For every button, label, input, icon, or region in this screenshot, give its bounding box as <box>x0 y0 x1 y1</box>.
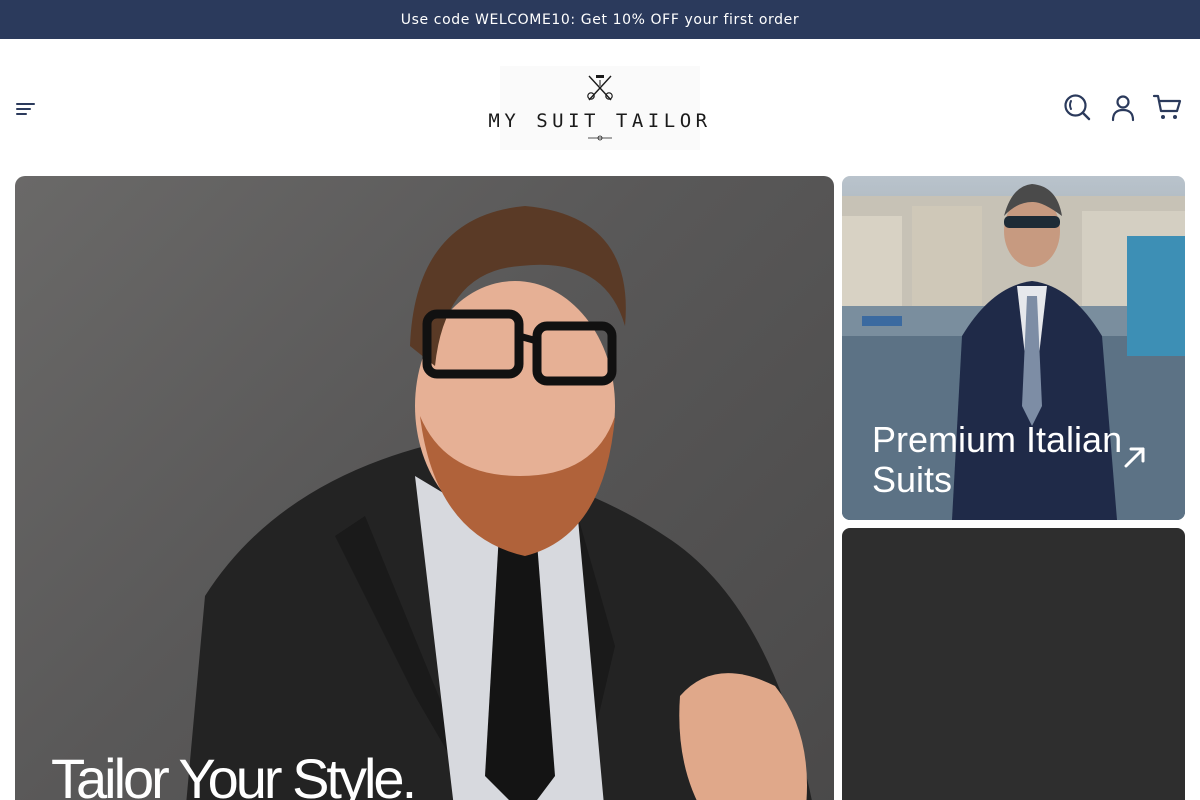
user-icon[interactable] <box>1108 92 1138 122</box>
hero-banner[interactable]: Tailor Your Style. <box>15 176 834 800</box>
menu-icon[interactable] <box>14 97 38 121</box>
search-icon[interactable] <box>1062 92 1092 122</box>
site-header: MY SUIT TAILOR <box>0 39 1200 176</box>
announcement-text: Use code WELCOME10: Get 10% OFF your fir… <box>400 11 800 28</box>
logo-text: MY SUIT TAILOR <box>488 110 712 132</box>
scissors-logo-icon <box>587 75 613 101</box>
card-title: Premium Italian Suits <box>872 419 1123 500</box>
category-card-premium-italian-suits[interactable]: Premium Italian Suits <box>842 176 1185 520</box>
hero-title: Tailor Your Style. <box>51 747 417 800</box>
category-card-secondary[interactable] <box>842 528 1185 800</box>
logo-flourish-icon <box>588 135 612 141</box>
arrow-up-right-icon <box>1124 447 1145 468</box>
site-logo[interactable]: MY SUIT TAILOR <box>488 66 707 150</box>
announcement-bar: Use code WELCOME10: Get 10% OFF your fir… <box>0 0 1200 39</box>
hero-model-image <box>186 206 812 800</box>
cart-icon[interactable] <box>1152 92 1182 122</box>
